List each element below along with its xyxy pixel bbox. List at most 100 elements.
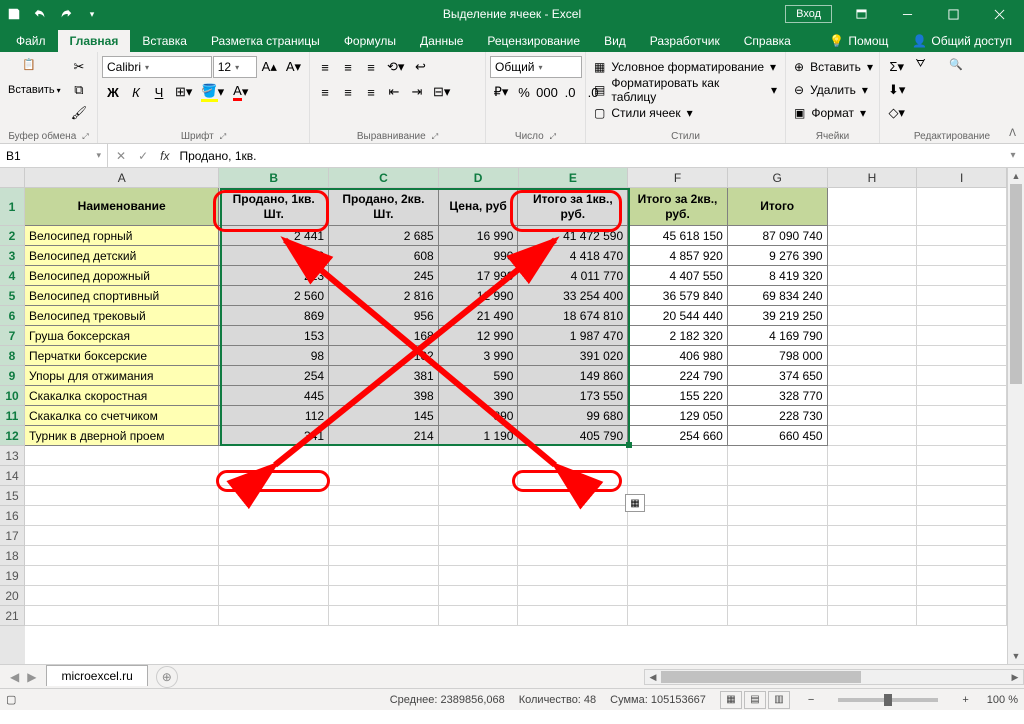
cell[interactable]: Велосипед горный	[25, 226, 219, 246]
cell[interactable]	[25, 486, 219, 506]
font-name-combo[interactable]: Calibri▾	[102, 56, 212, 78]
cell[interactable]	[828, 606, 918, 626]
cell[interactable]	[828, 486, 918, 506]
cell[interactable]	[917, 526, 1007, 546]
save-icon[interactable]	[2, 2, 26, 26]
cell[interactable]	[828, 546, 918, 566]
row-header-17[interactable]: 17	[0, 526, 25, 546]
cell[interactable]: 149 860	[518, 366, 628, 386]
tab-formulas[interactable]: Формулы	[332, 30, 408, 52]
cell[interactable]	[828, 466, 918, 486]
cell[interactable]	[439, 566, 519, 586]
cell[interactable]	[219, 566, 329, 586]
cell[interactable]	[219, 446, 329, 466]
fill-color-icon[interactable]: 🪣▾	[197, 81, 228, 103]
cell[interactable]: 102	[329, 346, 439, 366]
fill-icon[interactable]: ⬇▾	[884, 79, 909, 101]
cell[interactable]	[628, 466, 728, 486]
delete-cells-button[interactable]: ⊖Удалить▾	[790, 79, 875, 101]
cell[interactable]: 4 407 550	[628, 266, 728, 286]
cell[interactable]: 12 990	[439, 326, 519, 346]
cell[interactable]	[329, 526, 439, 546]
cell[interactable]	[25, 546, 219, 566]
cell[interactable]	[25, 506, 219, 526]
cell[interactable]: 228 730	[728, 406, 828, 426]
wrap-text-icon[interactable]: ↩	[409, 56, 431, 78]
col-header-C[interactable]: C	[329, 168, 439, 187]
tab-developer[interactable]: Разработчик	[638, 30, 732, 52]
grow-font-icon[interactable]: A▴	[258, 56, 281, 78]
row-header-6[interactable]: 6	[0, 306, 25, 326]
cell[interactable]: 36 579 840	[628, 286, 728, 306]
cell[interactable]	[917, 266, 1007, 286]
col-header-A[interactable]: A	[25, 168, 219, 187]
cell[interactable]: Турник в дверной проем	[25, 426, 219, 446]
align-center-icon[interactable]: ≡	[337, 81, 359, 103]
cell[interactable]: 39 219 250	[728, 306, 828, 326]
cell[interactable]: Скакалка со счетчиком	[25, 406, 219, 426]
share-button[interactable]: 👤Общий доступ	[900, 30, 1024, 52]
cell[interactable]: 20 544 440	[628, 306, 728, 326]
find-select-button[interactable]: 🔍	[945, 56, 977, 124]
cell[interactable]	[439, 446, 519, 466]
cell[interactable]: 3 990	[439, 346, 519, 366]
cell[interactable]: 445	[219, 386, 329, 406]
cell[interactable]: 990	[439, 246, 519, 266]
fill-handle[interactable]	[626, 442, 632, 448]
alignment-launcher[interactable]: ⤢	[432, 132, 438, 142]
cell[interactable]: Цена, руб	[439, 188, 519, 226]
cell[interactable]	[828, 386, 918, 406]
cell[interactable]	[917, 246, 1007, 266]
cell[interactable]: 2 685	[329, 226, 439, 246]
col-header-H[interactable]: H	[828, 168, 918, 187]
cell[interactable]	[518, 546, 628, 566]
cell[interactable]: 1 190	[439, 426, 519, 446]
cell[interactable]: 9 276 390	[728, 246, 828, 266]
cell[interactable]: 4 169 790	[728, 326, 828, 346]
row-header-4[interactable]: 4	[0, 266, 25, 286]
cell[interactable]: 112	[219, 406, 329, 426]
cell[interactable]: 374 650	[728, 366, 828, 386]
cell[interactable]: Продано, 2кв. Шт.	[329, 188, 439, 226]
row-header-2[interactable]: 2	[0, 226, 25, 246]
bold-button[interactable]: Ж	[102, 81, 124, 103]
cell[interactable]	[25, 526, 219, 546]
cell[interactable]	[25, 586, 219, 606]
cell[interactable]: 4 418 470	[518, 246, 628, 266]
undo-icon[interactable]	[28, 2, 52, 26]
cell[interactable]	[329, 446, 439, 466]
cell[interactable]	[518, 446, 628, 466]
cell[interactable]	[329, 606, 439, 626]
close-icon[interactable]	[976, 0, 1022, 28]
cell[interactable]	[917, 386, 1007, 406]
cell[interactable]: 390	[439, 386, 519, 406]
zoom-level[interactable]: 100 %	[987, 694, 1018, 706]
cell[interactable]: 16 990	[439, 226, 519, 246]
percent-icon[interactable]: %	[513, 81, 535, 103]
cell[interactable]: Итого за 1кв., руб.	[518, 188, 628, 226]
cell[interactable]: 69 834 240	[728, 286, 828, 306]
vertical-scrollbar[interactable]: ▲ ▼	[1007, 168, 1024, 664]
cell[interactable]	[828, 566, 918, 586]
tab-home[interactable]: Главная	[58, 30, 131, 52]
cell[interactable]: Груша боксерская	[25, 326, 219, 346]
quick-analysis-icon[interactable]: ▦	[625, 494, 645, 512]
cell[interactable]	[518, 466, 628, 486]
cell[interactable]	[628, 446, 728, 466]
cell[interactable]	[25, 466, 219, 486]
orientation-icon[interactable]: ⟲▾	[383, 56, 408, 78]
font-size-combo[interactable]: 12▾	[213, 56, 257, 78]
align-bot-icon[interactable]: ≡	[360, 56, 382, 78]
cell[interactable]: 8 419 320	[728, 266, 828, 286]
col-header-E[interactable]: E	[519, 168, 629, 187]
cell[interactable]: 391 020	[518, 346, 628, 366]
cell[interactable]: Упоры для отжимания	[25, 366, 219, 386]
cell[interactable]: 145	[329, 406, 439, 426]
cell[interactable]: 553	[219, 246, 329, 266]
cell[interactable]	[828, 366, 918, 386]
macro-record-icon[interactable]: ▢	[6, 693, 16, 706]
cell[interactable]	[25, 446, 219, 466]
cell[interactable]	[439, 466, 519, 486]
cell[interactable]	[828, 406, 918, 426]
shrink-font-icon[interactable]: A▾	[282, 56, 305, 78]
